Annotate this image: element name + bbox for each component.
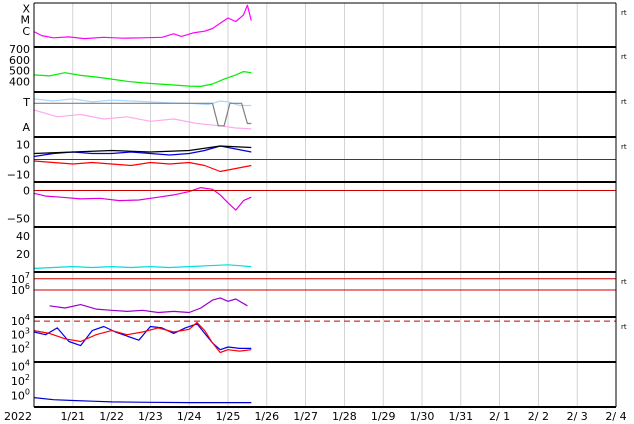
right-panel-label: rt — [621, 9, 627, 17]
x-tick-label: 1/23 — [138, 410, 163, 423]
x-tick-label: 1/21 — [60, 410, 85, 423]
x-tick-label: 1/25 — [216, 410, 241, 423]
grid — [72, 3, 578, 407]
x-tick-label: 1/31 — [448, 410, 473, 423]
x-tick-label: 1/27 — [293, 410, 318, 423]
series-line — [33, 187, 252, 211]
x-tick-label: 1/30 — [410, 410, 435, 423]
series-line — [49, 297, 248, 314]
series-line — [33, 264, 252, 269]
labels: XMCrt700600500400rtTArt100−10rt0−5040201… — [4, 2, 627, 423]
solar-wind-stack-plot: XMCrt700600500400rtTArt100−10rt0−5040201… — [4, 2, 627, 423]
series-line — [33, 323, 252, 351]
y-tick-label: 100 — [11, 387, 30, 402]
y-tick-label: 20 — [16, 248, 30, 261]
y-tick-label: C — [22, 25, 30, 38]
y-tick-label: 10 — [16, 139, 30, 152]
y-tick-label: 400 — [9, 75, 30, 88]
y-tick-label: −50 — [7, 213, 30, 226]
series-line — [33, 160, 252, 173]
y-tick-label: 106 — [11, 282, 30, 297]
x-axis-year-label: 2022 — [4, 410, 32, 423]
x-tick-label: 1/29 — [371, 410, 396, 423]
y-tick-label: A — [22, 121, 30, 134]
x-tick-label: 1/22 — [99, 410, 124, 423]
y-tick-label: −10 — [7, 169, 30, 182]
x-tick-label: 1/26 — [254, 410, 279, 423]
x-tick-label: 1/24 — [177, 410, 202, 423]
y-tick-label: T — [22, 96, 30, 109]
y-tick-label: 0 — [23, 154, 30, 167]
x-tick-label: 2/ 4 — [605, 410, 626, 423]
right-panel-label: rt — [621, 143, 627, 151]
series-line — [33, 70, 252, 88]
right-panel-label: rt — [621, 53, 627, 61]
x-tick-label: 2/ 2 — [528, 410, 549, 423]
series-line — [33, 98, 252, 107]
right-panel-label: rt — [621, 98, 627, 106]
right-panel-label: rt — [621, 278, 627, 286]
x-tick-label: 2/ 3 — [567, 410, 588, 423]
y-tick-label: 104 — [11, 358, 30, 373]
x-tick-label: 2/ 1 — [489, 410, 510, 423]
y-tick-label: 40 — [16, 230, 30, 243]
panel-frames — [33, 2, 617, 408]
x-tick-label: 1/28 — [332, 410, 357, 423]
reference-lines — [34, 159, 616, 322]
series-layer — [33, 4, 252, 404]
y-tick-label: 102 — [11, 373, 30, 388]
series-line — [33, 397, 252, 404]
right-panel-label: rt — [621, 323, 627, 331]
series-line — [33, 4, 252, 40]
y-tick-label: 102 — [11, 340, 30, 355]
y-tick-label: 0 — [23, 184, 30, 197]
series-line — [34, 102, 252, 127]
